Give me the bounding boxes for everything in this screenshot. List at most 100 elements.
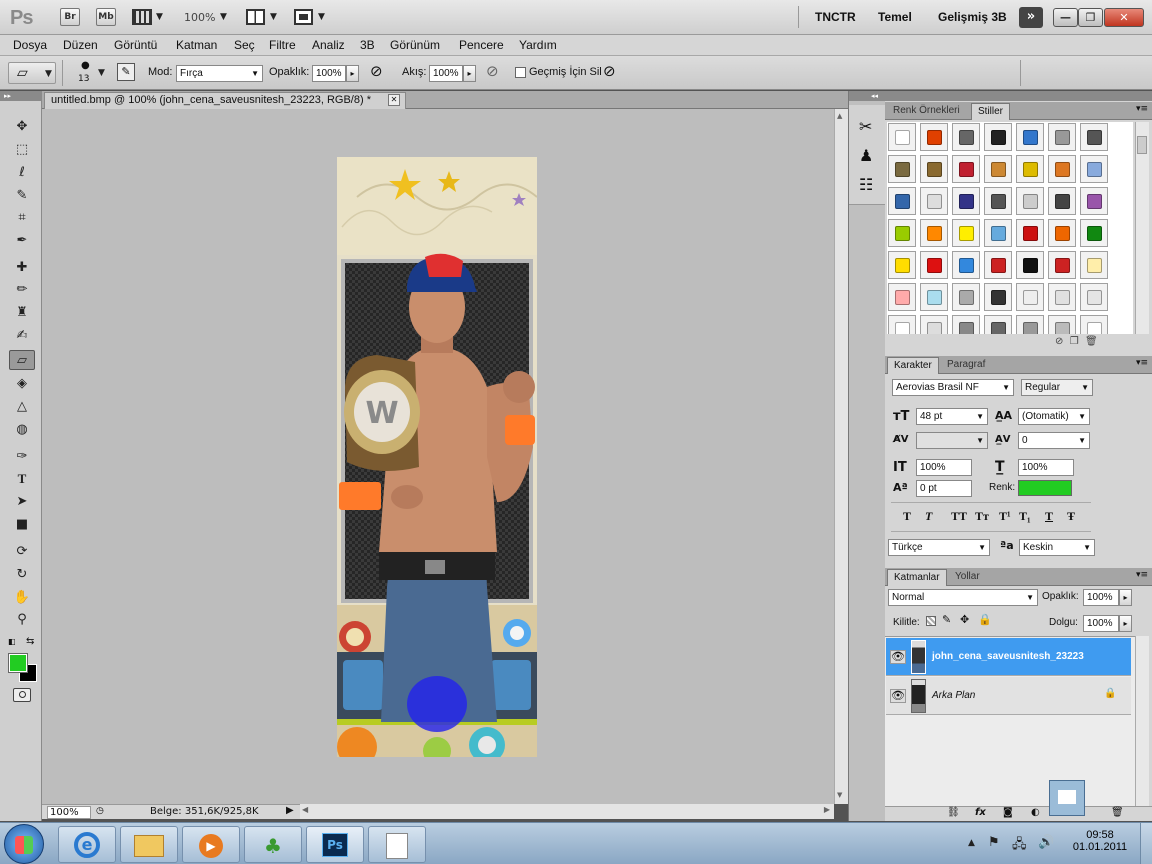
layer-opacity-input[interactable]: 100% (1083, 589, 1119, 606)
style-swatch[interactable] (888, 155, 916, 183)
vertical-scale-input[interactable]: 100% (916, 459, 972, 476)
text-color-swatch[interactable] (1018, 480, 1072, 496)
menu-yardim[interactable]: Yardım (519, 38, 557, 52)
flow-input[interactable]: 100% (429, 65, 463, 82)
tab-renk-ornekleri[interactable]: Renk Örnekleri (887, 103, 966, 120)
dodge-tool-icon[interactable]: ◍ (9, 420, 35, 440)
small-caps-button[interactable]: Tт (975, 509, 989, 524)
style-swatch[interactable] (952, 283, 980, 311)
baseline-shift-input[interactable]: 0 pt (916, 480, 972, 497)
tab-stiller[interactable]: Stiller (971, 103, 1011, 120)
chevron-down-icon[interactable]: ▼ (156, 12, 163, 22)
mode-select[interactable]: Fırça ▼ (176, 65, 263, 82)
font-size-input[interactable]: 48 pt ▼ (916, 408, 988, 425)
dock-collapse-icon[interactable]: ◂◂ (849, 91, 885, 101)
lock-position-icon[interactable]: ✥ (960, 613, 969, 626)
style-swatch[interactable] (984, 187, 1012, 215)
vertical-scrollbar[interactable]: ▲ ▼ (834, 109, 848, 804)
quick-mask-icon[interactable] (13, 688, 31, 702)
workspace-tnctr[interactable]: TNCTR (815, 10, 856, 24)
path-select-tool-icon[interactable]: ➤ (9, 492, 35, 512)
move-tool-icon[interactable]: ✥ (9, 117, 35, 137)
font-family-select[interactable]: Aerovias Brasil NF ▼ (892, 379, 1014, 396)
panel-menu-icon[interactable]: ▾≡ (1136, 570, 1148, 580)
menu-analiz[interactable]: Analiz (312, 38, 345, 52)
style-swatch[interactable] (984, 155, 1012, 183)
lasso-tool-icon[interactable]: ℓ (9, 163, 35, 183)
workspace-gelismis-3b[interactable]: Gelişmiş 3B (938, 10, 1007, 24)
taskbar-document-icon[interactable] (368, 826, 426, 863)
tool-presets-icon[interactable]: ☷ (859, 175, 873, 194)
foreground-color-swatch[interactable] (8, 653, 28, 673)
underline-button[interactable]: T (1045, 509, 1053, 524)
maximize-button[interactable]: ❐ (1078, 8, 1103, 27)
style-swatch[interactable] (888, 315, 916, 334)
layer-row-arka-plan[interactable]: 👁 Arka Plan 🔒 (886, 677, 1131, 715)
superscript-button[interactable]: T¹ (999, 509, 1011, 524)
volume-icon[interactable]: 🔊 (1038, 835, 1054, 850)
menu-pencere[interactable]: Pencere (459, 38, 504, 52)
marquee-tool-icon[interactable]: ⬚ (9, 140, 35, 160)
tab-karakter[interactable]: Karakter (887, 357, 939, 374)
style-swatch[interactable] (888, 123, 916, 151)
view-extras-icon[interactable] (132, 9, 152, 25)
style-swatch[interactable] (984, 315, 1012, 334)
style-swatch[interactable] (952, 187, 980, 215)
styles-scroll-thumb[interactable] (1137, 136, 1147, 154)
style-swatch[interactable] (984, 219, 1012, 247)
style-swatch[interactable] (1048, 219, 1076, 247)
kerning-input[interactable]: ▼ (916, 432, 988, 449)
style-swatch[interactable] (1080, 283, 1108, 311)
close-tab-icon[interactable]: ✕ (388, 94, 400, 106)
style-swatch[interactable] (952, 123, 980, 151)
tool-preset-picker[interactable]: ▱ ▼ (8, 62, 56, 84)
document-image[interactable]: W (337, 157, 537, 757)
fill-input[interactable]: 100% (1083, 615, 1119, 632)
action-center-flag-icon[interactable]: ⚑ (988, 835, 1000, 850)
status-icon[interactable]: ◷ (96, 806, 104, 816)
start-button-icon[interactable] (4, 824, 44, 864)
menu-duzen[interactable]: Düzen (63, 38, 98, 52)
scroll-left-icon[interactable]: ◀ (302, 805, 308, 814)
scroll-down-icon[interactable]: ▼ (837, 791, 842, 799)
panel-menu-icon[interactable]: ▾≡ (1136, 104, 1148, 114)
adjustment-layer-icon[interactable]: ◐ (1031, 807, 1040, 818)
zoom-level[interactable]: 100% (184, 11, 215, 24)
swap-colors-icon[interactable]: ⇆ (26, 636, 34, 647)
subscript-button[interactable]: T₁ (1019, 509, 1031, 524)
taskbar-messenger-icon[interactable]: ♣ (244, 826, 302, 863)
menu-filtre[interactable]: Filtre (269, 38, 296, 52)
style-swatch[interactable] (1016, 123, 1044, 151)
panel-menu-icon[interactable]: ▾≡ (1136, 358, 1148, 368)
style-swatch[interactable] (1016, 315, 1044, 334)
style-swatch[interactable] (952, 155, 980, 183)
brush-picker[interactable]: ● 13 ▼ (72, 60, 108, 86)
menu-katman[interactable]: Katman (176, 38, 217, 52)
quick-select-tool-icon[interactable]: ✎ (9, 186, 35, 206)
style-swatch[interactable] (1080, 155, 1108, 183)
eraser-tool-icon[interactable]: ▱ (9, 350, 35, 370)
toolbox-collapse-icon[interactable]: ▸▸ (0, 91, 42, 101)
style-swatch[interactable] (888, 187, 916, 215)
style-swatch[interactable] (1016, 219, 1044, 247)
mini-bridge-button[interactable]: Mb (96, 8, 116, 26)
chevron-down-icon[interactable]: ▼ (220, 12, 227, 22)
layer-style-icon[interactable]: fx (975, 807, 986, 818)
style-swatch[interactable] (1048, 187, 1076, 215)
delete-layer-icon[interactable]: 🗑 (1111, 807, 1124, 818)
style-swatch[interactable] (1080, 123, 1108, 151)
taskbar-photoshop-icon[interactable]: Ps (306, 826, 364, 863)
style-swatch[interactable] (1016, 251, 1044, 279)
network-icon[interactable]: 🖧 (1012, 835, 1027, 857)
blend-mode-select[interactable]: Normal ▼ (888, 589, 1038, 606)
styles-footer-icons[interactable]: ⊘ ❐ 🗑 (1055, 336, 1098, 347)
3d-orbit-tool-icon[interactable]: ↻ (9, 565, 35, 585)
pen-tool-icon[interactable]: ✑ (9, 447, 35, 467)
style-swatch[interactable] (920, 187, 948, 215)
erase-to-history-checkbox[interactable] (515, 67, 526, 78)
strikethrough-button[interactable]: Ŧ (1067, 509, 1075, 524)
style-swatch[interactable] (1048, 123, 1076, 151)
menu-gorunum[interactable]: Görünüm (390, 38, 440, 52)
style-swatch[interactable] (952, 251, 980, 279)
styles-scrollbar[interactable] (1135, 122, 1149, 334)
